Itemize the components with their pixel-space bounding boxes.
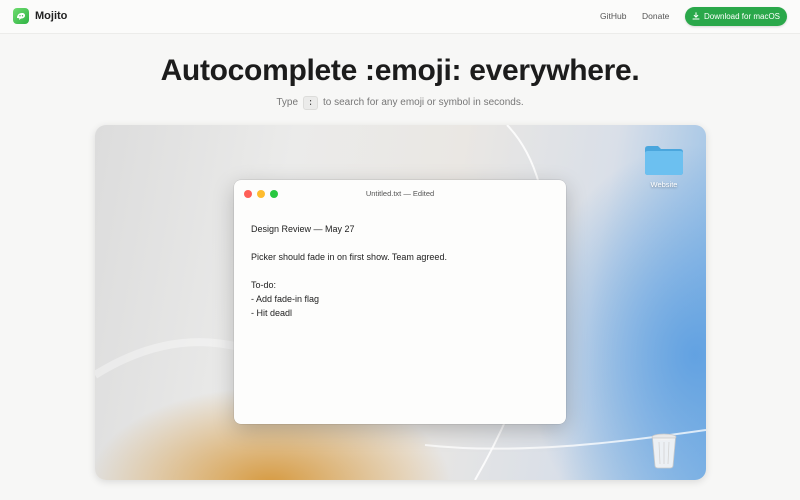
document-line: To-do:: [251, 280, 277, 290]
hero-subtitle-before: Type: [276, 97, 299, 108]
mojito-logo-icon: [13, 8, 29, 24]
brand[interactable]: Mojito: [13, 8, 67, 24]
brand-name: Mojito: [35, 10, 68, 22]
macos-desktop-preview: Website Untitled.txt — Edited Design Rev…: [95, 125, 706, 480]
document-line: - Hit deadl: [251, 308, 293, 318]
trash-icon[interactable]: [651, 433, 677, 469]
document-line: Design Review — May 27: [251, 224, 355, 234]
colon-key-badge: :: [302, 96, 319, 110]
download-button-label: Download for macOS: [703, 12, 781, 21]
window-title: Untitled.txt — Edited: [365, 189, 435, 198]
nav-link-donate[interactable]: Donate: [642, 11, 669, 21]
top-navigation-bar: Mojito GitHub Donate Download for macOS: [0, 0, 800, 34]
folder-icon[interactable]: [644, 144, 684, 176]
folder-label: Website: [650, 180, 678, 189]
download-icon: [692, 11, 700, 22]
hero-subtitle: Type : to search for any emoji or symbol…: [0, 96, 800, 110]
document-line: Picker should fade in on first show. Tea…: [251, 252, 447, 262]
hero-subtitle-after: to search for any emoji or symbol in sec…: [323, 97, 524, 108]
document-text-area[interactable]: Design Review — May 27 Picker should fad…: [251, 222, 551, 320]
nav-link-github[interactable]: GitHub: [600, 11, 626, 21]
download-for-macos-button[interactable]: Download for macOS: [685, 7, 787, 26]
document-line: - Add fade-in flag: [251, 294, 320, 304]
textedit-window: Untitled.txt — Edited Design Review — Ma…: [234, 180, 566, 424]
hero-title: Autocomplete :emoji: everywhere.: [160, 54, 640, 87]
